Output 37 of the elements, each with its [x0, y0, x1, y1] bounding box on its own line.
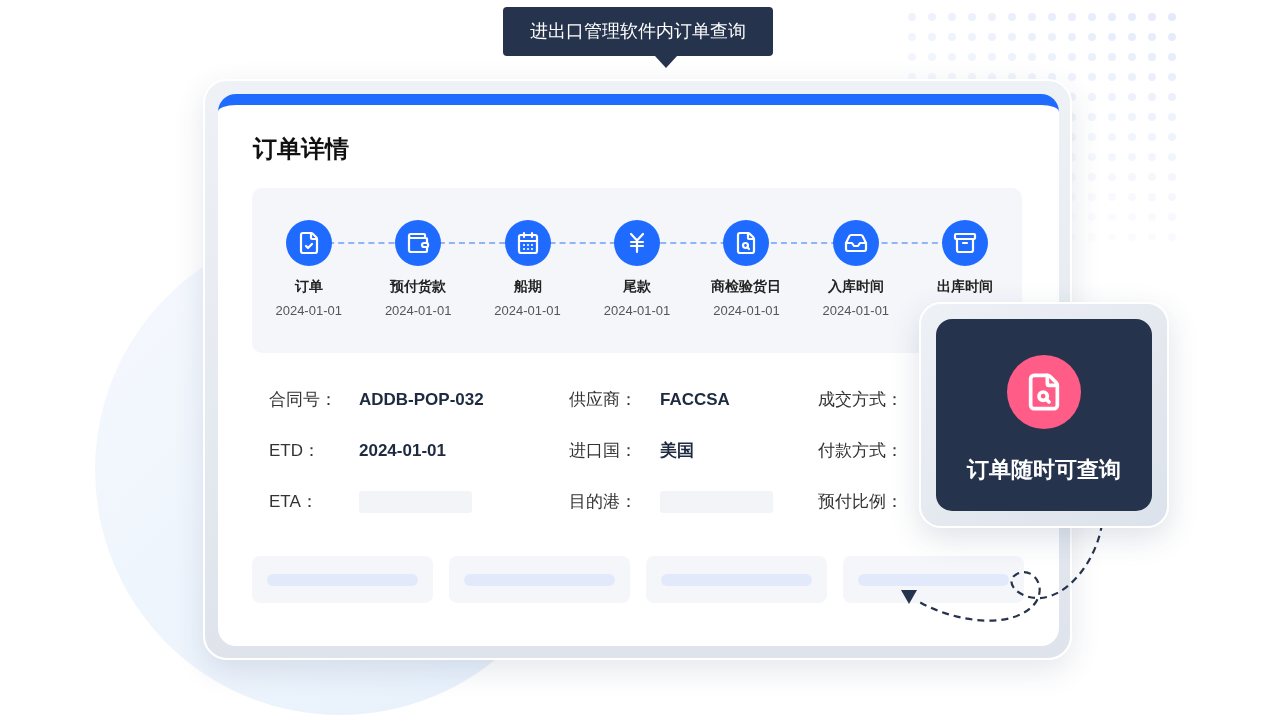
field-label: 合同号：: [269, 388, 338, 411]
step-label: 出库时间: [937, 277, 994, 296]
field-label: 目的港：: [569, 490, 638, 513]
yen-icon: [614, 220, 660, 266]
document-search-icon: [723, 220, 770, 266]
callout-text: 订单随时可查询: [967, 456, 1121, 484]
field-value: ADDB-POP-032: [359, 388, 484, 411]
wallet-icon: [395, 220, 442, 266]
card-title: 订单详情: [252, 134, 350, 164]
step-label: 商检验货日: [711, 277, 782, 296]
step-date: 2024-01-01: [384, 302, 452, 320]
field-label: 供应商：: [569, 388, 638, 411]
tooltip: 进出口管理软件内订单查询: [503, 7, 773, 56]
step-date: 2024-01-01: [713, 302, 780, 320]
step-label: 预付货款: [390, 277, 447, 296]
field-label: ETD：: [269, 439, 321, 462]
step-date: 2024-01-01: [822, 302, 890, 320]
field-label: 进口国：: [569, 439, 638, 462]
field-value: FACCSA: [660, 388, 730, 411]
document-check-icon: [285, 220, 332, 266]
calendar-icon: [504, 220, 551, 266]
step-label: 船期: [513, 277, 542, 296]
field-label: 付款方式：: [818, 439, 904, 462]
archive-icon: [942, 220, 989, 266]
field-value: 2024-01-01: [359, 439, 446, 462]
step-label: 入库时间: [827, 277, 884, 296]
step-label: 订单: [294, 277, 323, 296]
field-label: ETA：: [269, 490, 319, 513]
field-label: 成交方式：: [818, 388, 904, 411]
field-label: 预付比例：: [818, 490, 904, 513]
inbox-icon: [832, 220, 879, 266]
field-value: 美国: [660, 439, 694, 462]
step-date: 2024-01-01: [275, 302, 342, 320]
step-date: 2024-01-01: [603, 302, 671, 320]
tooltip-pointer: [655, 56, 677, 68]
step-date: 2024-01-01: [494, 302, 561, 320]
step-label: 尾款: [623, 277, 651, 296]
